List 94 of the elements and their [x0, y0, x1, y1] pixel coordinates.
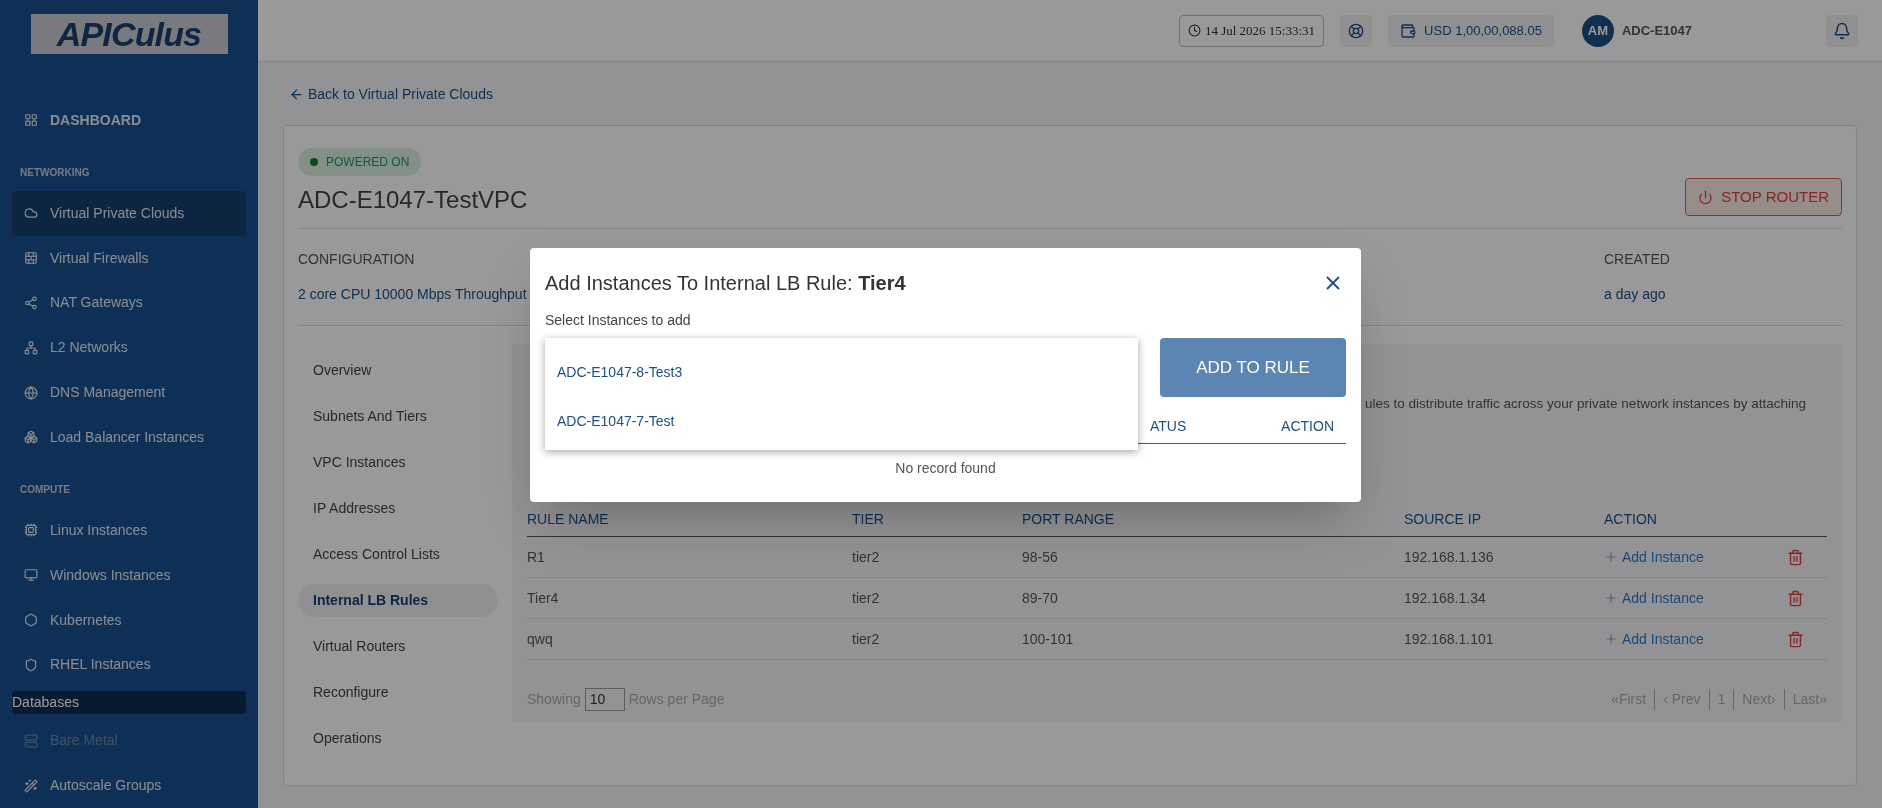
date-time: 14 Jul 2026 15:33:31 — [1178, 14, 1325, 47]
section-tab[interactable]: Access Control Lists — [298, 538, 498, 571]
globe-icon — [24, 385, 38, 400]
modal-column-header: ATUS — [1150, 417, 1187, 436]
sidebar-item[interactable]: DNS Management — [12, 370, 246, 416]
delete-icon[interactable] — [1787, 548, 1804, 566]
detail-value: 2 core CPU 10000 Mbps Throughput — [298, 285, 527, 304]
instance-option[interactable]: ADC-E1047-7-Test — [557, 411, 675, 432]
wallet-icon — [1400, 22, 1417, 39]
table-cell-text: 192.168.1.101 — [1404, 629, 1495, 649]
wand-icon — [24, 778, 38, 793]
sidebar-item[interactable]: Virtual Firewalls — [12, 235, 246, 281]
cloud-icon — [24, 206, 38, 221]
field-label: Select Instances to add — [545, 311, 691, 330]
lifebuoy-icon — [1348, 22, 1365, 39]
detail-label: CREATED — [1604, 250, 1671, 269]
sidebar-item[interactable]: Windows Instances — [12, 552, 246, 598]
sidebar-item[interactable]: Kubernetes — [12, 597, 246, 643]
column-header: ACTION — [1604, 510, 1658, 530]
section-tab[interactable]: Operations — [298, 722, 498, 755]
back-link[interactable]: Back to Virtual Private Clouds — [289, 84, 493, 105]
table-cell-text: 192.168.1.136 — [1404, 547, 1495, 567]
sidebar-item[interactable]: NAT Gateways — [12, 280, 246, 326]
delete-icon[interactable] — [1787, 630, 1804, 648]
sidebar-group[interactable]: Databases — [12, 691, 246, 715]
add-instance-link[interactable]: Add Instance — [1604, 628, 1704, 650]
table-cell-text: qwq — [527, 629, 554, 649]
sidebar-item[interactable]: L2 Networks — [12, 325, 246, 371]
plus-icon — [1604, 550, 1618, 565]
grid-icon — [24, 113, 38, 128]
sidebar-item[interactable]: Linux Instances — [12, 507, 246, 553]
section-tab[interactable]: Overview — [298, 354, 498, 387]
table-cell-text: 89-70 — [1022, 588, 1059, 608]
support-button[interactable] — [1340, 14, 1373, 47]
add-instance-link[interactable]: Add Instance — [1604, 587, 1704, 609]
share-icon — [24, 295, 38, 310]
section-tab[interactable]: Reconfigure — [298, 676, 498, 709]
boxes-icon — [24, 430, 38, 445]
instance-option[interactable]: ADC-E1047-8-Test3 — [557, 362, 683, 383]
status-badge: POWERED ON — [298, 148, 422, 176]
table-cell-text: Tier4 — [527, 588, 560, 608]
section-tab[interactable]: Virtual Routers — [298, 630, 498, 663]
description-text: ules to distribute traffic across your private network instances by attaching — [1365, 395, 1806, 413]
add-instance-link[interactable]: Add Instance — [1604, 546, 1704, 568]
rows-per-page-field[interactable]: 10 — [584, 688, 625, 712]
column-header: RULE NAME — [527, 510, 610, 530]
balance-chip[interactable]: USD 1,00,00,088.05 — [1388, 14, 1554, 47]
table-cell-text: 192.168.1.34 — [1404, 588, 1487, 608]
logo: APICulus — [30, 14, 228, 54]
column-header: SOURCE IP — [1404, 510, 1482, 530]
table-cell-text: tier2 — [852, 588, 881, 608]
sidebar-item[interactable]: Load Balancer Instances — [12, 415, 246, 460]
sidebar-item[interactable]: Virtual Private Clouds — [12, 190, 246, 236]
chip-icon — [24, 523, 38, 538]
clock-icon — [1187, 24, 1201, 37]
section-tab[interactable]: Subnets And Tiers — [298, 400, 498, 433]
detail-value: a day ago — [1604, 285, 1667, 304]
avatar[interactable]: AM — [1581, 14, 1614, 47]
network-icon — [24, 340, 38, 355]
section-tab[interactable]: VPC Instances — [298, 446, 498, 479]
column-header: TIER — [852, 510, 885, 530]
table-cell-text: tier2 — [852, 629, 881, 649]
sidebar-item[interactable]: Autoscale Groups — [12, 763, 246, 808]
detail-label: CONFIGURATION — [298, 250, 416, 269]
hexagon-icon — [24, 613, 38, 627]
bell-icon — [1833, 21, 1851, 40]
power-icon — [1698, 189, 1714, 205]
wall-icon — [24, 251, 38, 266]
column-header: PORT RANGE — [1022, 510, 1116, 530]
add-to-rule-button[interactable]: ADD TO RULE — [1160, 338, 1346, 397]
delete-icon[interactable] — [1787, 589, 1804, 607]
server-icon — [24, 733, 38, 748]
section-heading: COMPUTE — [20, 483, 70, 495]
stop-router-button[interactable]: STOP ROUTER — [1685, 178, 1842, 216]
vpc-name: ADC-E1047-TestVPC — [298, 185, 528, 215]
modal-title: Add Instances To Internal LB Rule: Tier4 — [545, 271, 906, 296]
section-tab[interactable]: Internal LB Rules — [298, 584, 498, 617]
section-heading: NETWORKING — [20, 166, 90, 178]
user-name: ADC-E1047 — [1621, 21, 1692, 40]
modal-column-header: ACTION — [1281, 417, 1334, 436]
table-cell-text: 100-101 — [1022, 629, 1075, 649]
monitor-icon — [24, 568, 38, 583]
table-cell-text: tier2 — [852, 547, 881, 567]
section-tab[interactable]: IP Addresses — [298, 492, 498, 525]
sidebar-item[interactable]: RHEL Instances — [12, 642, 246, 688]
notification-button[interactable] — [1826, 14, 1858, 47]
shield-icon — [24, 657, 38, 672]
plus-icon — [1604, 632, 1618, 647]
plus-icon — [1604, 591, 1618, 606]
table-cell-text: R1 — [527, 547, 546, 567]
table-cell-text: 98-56 — [1022, 547, 1059, 567]
sidebar-item[interactable]: DASHBOARD — [12, 98, 246, 143]
instance-dropdown[interactable]: ADC-E1047-8-Test3 ADC-E1047-7-Test — [545, 338, 1138, 450]
empty-message: No record found — [895, 459, 996, 478]
